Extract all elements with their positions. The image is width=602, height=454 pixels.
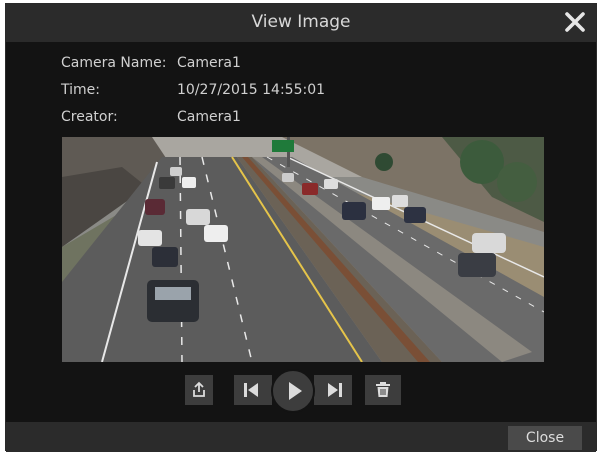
image-info: Camera Name: Camera1 Time: 10/27/2015 14…: [61, 55, 461, 130]
camera-name-label: Camera Name:: [61, 55, 167, 71]
close-icon[interactable]: [562, 9, 588, 35]
play-button[interactable]: [271, 369, 315, 413]
view-image-dialog: View Image Camera Name: Camera1 Time: 10…: [5, 3, 597, 452]
camera-name-value: Camera1: [177, 55, 241, 71]
export-icon: [193, 381, 205, 397]
export-button[interactable]: [185, 375, 213, 405]
time-value: 10/27/2015 14:55:01: [177, 82, 326, 98]
dialog-title: View Image: [251, 12, 351, 32]
play-icon: [289, 382, 302, 400]
time-label: Time:: [61, 82, 100, 98]
next-button[interactable]: [314, 375, 352, 405]
trash-icon: [376, 382, 390, 397]
close-button[interactable]: Close: [508, 426, 582, 450]
bottom-bar: Close: [6, 422, 596, 452]
title-bar: View Image: [6, 4, 596, 42]
previous-button[interactable]: [234, 375, 272, 405]
skip-next-icon: [328, 383, 342, 397]
creator-label: Creator:: [61, 109, 118, 125]
delete-button[interactable]: [365, 375, 401, 405]
creator-value: Camera1: [177, 109, 241, 125]
snapshot-image: [62, 137, 544, 362]
skip-previous-icon: [244, 383, 258, 397]
